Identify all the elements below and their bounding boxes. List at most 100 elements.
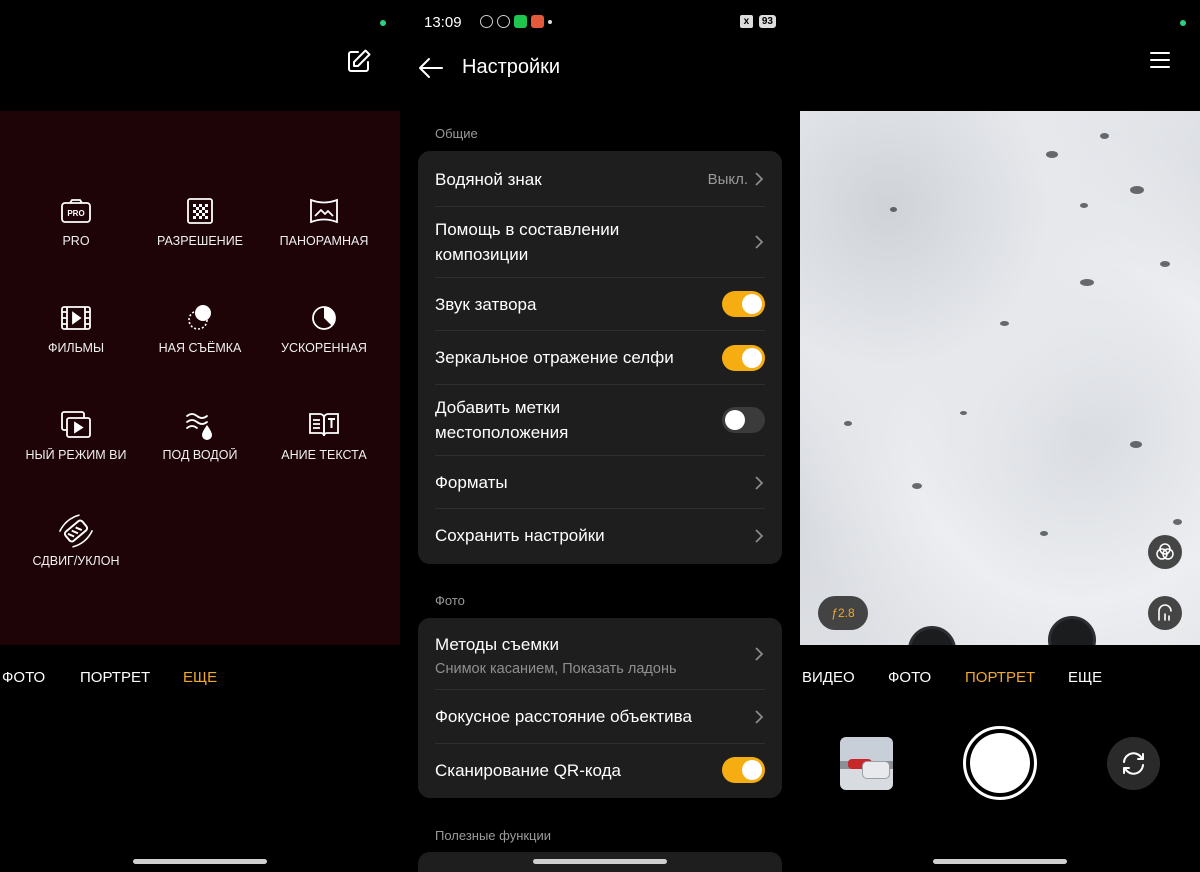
filter-icon [1156, 543, 1174, 560]
camera-mode-bar: ФОТО ПОРТРЕТ ЕЩЕ [0, 667, 400, 691]
photo-settings-card: Методы съемки Снимок касанием, Показать … [418, 618, 782, 798]
setting-label: Сохранить настройки [435, 526, 605, 545]
mode-tab-portrait[interactable]: ПОРТРЕТ [80, 669, 150, 686]
chevron-right-icon [755, 529, 764, 543]
home-indicator[interactable] [933, 859, 1067, 864]
mode-tilt-shift[interactable]: СДВИГ/УКЛОН [0, 514, 156, 568]
general-settings-card: Водяной знак Выкл. Помощь в составлении … [418, 151, 782, 564]
status-time: 13:09 [424, 14, 462, 31]
setting-shutter-sound[interactable]: Звук затвора [418, 278, 782, 331]
setting-location-tags[interactable]: Добавить метки местоположения [418, 385, 782, 456]
setting-focal-length[interactable]: Фокусное расстояние объектива [418, 690, 782, 744]
pro-camera-icon: PRO [61, 199, 91, 223]
mode-tab-more[interactable]: ЕЩЕ [183, 669, 217, 686]
high-resolution-icon [187, 198, 213, 224]
time-lapse-icon [312, 306, 336, 330]
setting-watermark[interactable]: Водяной знак Выкл. [418, 151, 782, 207]
beauty-face-icon [1158, 604, 1172, 621]
status-bar: 13:09 x 93 [424, 14, 776, 32]
app-notification-icon [514, 15, 527, 28]
setting-label: Водяной знак [435, 170, 542, 189]
no-sim-icon: x [739, 15, 753, 28]
setting-label: Помощь в составлении [435, 220, 620, 239]
section-header-general: Общие [435, 126, 478, 141]
mode-label: УСКОРЕННАЯ [281, 341, 367, 355]
edit-icon[interactable] [346, 48, 372, 74]
aperture-button[interactable]: ƒ2.8 [818, 596, 868, 630]
setting-label: Зеркальное отражение селфи [435, 348, 674, 367]
beauty-button[interactable] [1148, 596, 1182, 630]
switch-camera-button[interactable] [1107, 737, 1160, 790]
underwater-icon [186, 413, 212, 440]
mode-text-scan[interactable]: АНИЕ ТЕКСТА [244, 408, 400, 462]
app-notification-icon [531, 15, 544, 28]
setting-label: Фокусное расстояние объектива [435, 707, 692, 726]
location-tags-toggle[interactable] [722, 407, 765, 433]
wheel [1048, 616, 1096, 645]
setting-sublabel: Снимок касанием, Показать ладонь [435, 661, 677, 677]
svg-text:PRO: PRO [67, 209, 84, 218]
setting-label: Форматы [435, 473, 508, 492]
wheel [908, 626, 956, 645]
battery-icon: 93 [758, 15, 776, 28]
mode-tab-video[interactable]: ВИДЕО [802, 669, 855, 686]
home-indicator[interactable] [533, 859, 667, 864]
setting-formats[interactable]: Форматы [418, 456, 782, 509]
setting-label: местоположения [435, 423, 569, 442]
mode-label: ПАНОРАМНАЯ [279, 234, 369, 248]
qr-scan-toggle[interactable] [722, 757, 765, 783]
camera-modes-screen: PRO PRO РАЗРЕШЕНИЕ ПАНОРАМНАЯ ФИЛЬМЫ НАЯ… [0, 0, 400, 872]
page-title: Настройки [462, 56, 561, 78]
settings-status-icon [480, 15, 493, 28]
mode-tab-photo[interactable]: ФОТО [888, 669, 931, 686]
setting-label: Сканирование QR-кода [435, 761, 621, 780]
camera-mode-bar: ВИДЕО ФОТО ПОРТРЕТ ЕЩЕ [800, 667, 1200, 691]
settings-screen: 13:09 x 93 Настройки Общие Водяной знак … [400, 0, 800, 872]
dual-video-icon [61, 411, 91, 438]
setting-save-settings[interactable]: Сохранить настройки [418, 509, 782, 564]
privacy-indicator [1180, 20, 1186, 26]
selfie-mirror-toggle[interactable] [722, 345, 765, 371]
chevron-right-icon [755, 710, 764, 724]
camera-viewfinder[interactable] [800, 111, 1200, 645]
mode-tab-more[interactable]: ЕЩЕ [1068, 669, 1102, 686]
mode-label: СДВИГ/УКЛОН [32, 554, 120, 568]
setting-composition-help[interactable]: Помощь в составлении композиции [418, 207, 782, 278]
info-status-icon [497, 15, 510, 28]
chevron-right-icon [755, 647, 764, 661]
setting-qr-scan[interactable]: Сканирование QR-кода [418, 744, 782, 798]
setting-selfie-mirror[interactable]: Зеркальное отражение селфи [418, 331, 782, 385]
film-icon [61, 306, 91, 330]
more-notifications-icon [548, 19, 552, 24]
camera-viewfinder-screen: ƒ2.8 ВИДЕО ФОТО ПОРТРЕТ ЕЩЕ [800, 0, 1200, 872]
privacy-indicator [380, 20, 386, 26]
section-header-useful: Полезные функции [435, 828, 552, 843]
setting-shooting-methods[interactable]: Методы съемки Снимок касанием, Показать … [418, 618, 782, 690]
filter-button[interactable] [1148, 535, 1182, 569]
text-scan-icon [309, 413, 339, 437]
shutter-sound-toggle[interactable] [722, 291, 765, 317]
night-mode-icon [188, 305, 211, 330]
menu-icon[interactable] [1150, 51, 1170, 69]
gallery-thumbnail[interactable] [840, 737, 893, 790]
tilt-shift-icon [59, 514, 93, 548]
section-header-photo: Фото [435, 593, 465, 608]
chevron-right-icon [755, 172, 764, 186]
mode-label: АНИЕ ТЕКСТА [281, 448, 367, 462]
mode-tab-portrait[interactable]: ПОРТРЕТ [965, 669, 1035, 686]
setting-label: Звук затвора [435, 295, 537, 314]
chevron-right-icon [755, 235, 764, 249]
panorama-icon [310, 198, 338, 224]
setting-label: композиции [435, 245, 529, 264]
back-arrow-icon[interactable] [418, 56, 444, 80]
setting-label: Методы съемки [435, 635, 559, 654]
mode-tab-photo[interactable]: ФОТО [2, 669, 45, 686]
chevron-right-icon [755, 476, 764, 490]
mode-panorama[interactable]: ПАНОРАМНАЯ [244, 194, 400, 248]
mode-time-lapse[interactable]: УСКОРЕННАЯ [244, 301, 400, 355]
home-indicator[interactable] [133, 859, 267, 864]
setting-label: Добавить метки [435, 398, 561, 417]
shutter-button[interactable] [963, 726, 1037, 800]
setting-value: Выкл. [707, 171, 748, 188]
switch-camera-icon [1123, 752, 1144, 775]
